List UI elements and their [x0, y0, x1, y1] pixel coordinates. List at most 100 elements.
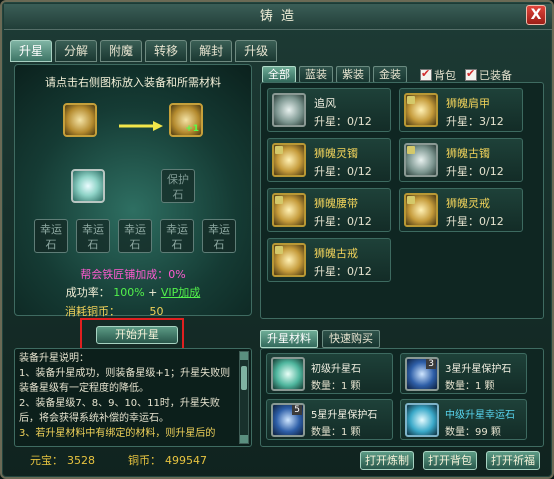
cost-label: 消耗铜币： [65, 305, 120, 318]
description-box: 装备升星说明： 1、装备升星成功，则装备星级+1；升星失败则装备星级有一定程度的… [14, 348, 252, 447]
protect-stone-slot[interactable]: 保护石 [161, 169, 195, 203]
material-item[interactable]: 初级升星石 数量：1 颗 [266, 353, 393, 394]
material-quantity: 数量：1 颗 [311, 381, 361, 392]
tab-decompose[interactable]: 分解 [55, 40, 98, 62]
forge-instruction: 请点击右侧图标放入装备和所需材料 [45, 76, 221, 89]
equipment-item[interactable]: 狮魄肩甲 升星：3/12 [399, 88, 523, 132]
tab-upgrade-materials[interactable]: 升星材料 [260, 330, 318, 348]
close-button[interactable]: X [526, 5, 546, 25]
open-refine-button[interactable]: 打开炼制 [360, 451, 414, 470]
checkbox-checked-icon[interactable] [420, 67, 432, 81]
filter-blue-button[interactable]: 蓝装 [299, 66, 333, 83]
ring-icon [272, 243, 306, 277]
equipment-name: 狮魄肩甲 [446, 97, 490, 110]
shoulder-armor-icon [404, 93, 438, 127]
copper-label: 铜币： [128, 454, 161, 467]
tab-transfer[interactable]: 转移 [145, 40, 188, 62]
material-tabs: 升星材料 快速购买 [260, 330, 380, 348]
star-count-badge: 5 [292, 405, 302, 415]
equipment-name: 狮魄灵戒 [446, 197, 490, 210]
scroll-thumb[interactable] [241, 366, 247, 390]
material-name: 初级升星石 [311, 364, 361, 375]
luck-stone-slot[interactable]: 幸运石 [118, 219, 152, 253]
description-line: 2、装备星级7、8、9、10、11时，升星失败后，将会获得系统补偿的幸运石。 [19, 398, 220, 424]
equipment-name: 狮魄腰带 [314, 197, 358, 210]
success-rate-label: 成功率： [65, 286, 110, 299]
material-name: 中级升星幸运石 [445, 410, 515, 421]
protect-stone-icon: 3 [405, 357, 439, 391]
equipment-name: 狮魄古镯 [446, 147, 490, 160]
luck-stone-icon [405, 403, 439, 437]
filter-purple-button[interactable]: 紫装 [336, 66, 370, 83]
tab-upgrade-star[interactable]: 升星 [10, 40, 53, 62]
main-tabs: 升星 分解 附魔 转移 解封 升级 [10, 40, 278, 62]
equipment-star-level: 升星：0/12 [314, 215, 372, 228]
material-item[interactable]: 5 5星升星保护石 数量：1 颗 [266, 399, 393, 440]
material-item[interactable]: 3 3星升星保护石 数量：1 颗 [400, 353, 527, 394]
equipment-item[interactable]: 狮魄腰带 升星：0/12 [267, 188, 391, 232]
equipment-item[interactable]: 狮魄灵戒 升星：0/12 [399, 188, 523, 232]
luck-stone-slot[interactable]: 幸运石 [34, 219, 68, 253]
equipment-star-level: 升星：0/12 [446, 165, 504, 178]
source-equipment-slot[interactable] [63, 103, 97, 137]
filter-gold-button[interactable]: 金装 [373, 66, 407, 83]
upgrade-stone-slot[interactable] [71, 169, 105, 203]
open-bag-button[interactable]: 打开背包 [423, 451, 477, 470]
cost-value: 50 [149, 305, 164, 318]
copper-display: 铜币： 499547 [128, 452, 207, 468]
lock-icon [407, 96, 415, 104]
open-pray-button[interactable]: 打开祈福 [486, 451, 540, 470]
equipment-item[interactable]: 狮魄古戒 升星：0/12 [267, 238, 391, 282]
scroll-down-button[interactable] [240, 435, 248, 443]
description-line: 装备升星说明： [19, 353, 89, 364]
equipment-star-level: 升星：0/12 [314, 265, 372, 278]
lock-icon [275, 146, 283, 154]
equipment-name: 狮魄灵镯 [314, 147, 358, 160]
tab-unseal[interactable]: 解封 [190, 40, 233, 62]
equipment-item[interactable]: 狮魄古镯 升星：0/12 [399, 138, 523, 182]
protect-stone-icon: 5 [271, 403, 305, 437]
equipment-item[interactable]: 追风 升星：0/12 [267, 88, 391, 132]
luck-stone-slot[interactable]: 幸运石 [160, 219, 194, 253]
filter-all-button[interactable]: 全部 [262, 66, 296, 83]
result-equipment-slot[interactable]: +1 [169, 103, 203, 137]
belt-icon [272, 193, 306, 227]
plus-sign: + [148, 286, 158, 299]
guild-bonus-text: 帮会铁匠铺加成：0% [80, 268, 186, 281]
description-line: 1、装备升星成功，则装备星级+1；升星失败则装备星级有一定程度的降低。 [19, 368, 231, 394]
equipment-item[interactable]: 狮魄灵镯 升星：0/12 [267, 138, 391, 182]
material-item[interactable]: 中级升星幸运石 数量：99 颗 [400, 399, 527, 440]
star-plus-badge: +1 [185, 124, 199, 134]
forge-window: 铸 造 X 升星 分解 附魔 转移 解封 升级 请点击右侧图标放入装备和所需材料… [0, 0, 554, 479]
equipment-star-level: 升星：3/12 [446, 115, 504, 128]
lock-icon [275, 246, 283, 254]
material-name: 3星升星保护石 [445, 364, 512, 375]
bag-checkbox[interactable]: 背包 [420, 67, 456, 83]
luck-stone-slot[interactable]: 幸运石 [76, 219, 110, 253]
start-upgrade-button[interactable]: 开始升星 [96, 326, 178, 344]
bracelet-icon [272, 143, 306, 177]
equipment-star-level: 升星：0/12 [314, 165, 372, 178]
equipment-name: 狮魄古戒 [314, 247, 358, 260]
tab-enchant[interactable]: 附魔 [100, 40, 143, 62]
material-name: 5星升星保护石 [311, 410, 378, 421]
tab-level-up[interactable]: 升级 [235, 40, 278, 62]
luck-stone-slot[interactable]: 幸运石 [202, 219, 236, 253]
description-line: 3、若升星材料中有绑定的材料，则升星后的 [19, 428, 216, 439]
bag-checkbox-label: 背包 [434, 68, 456, 82]
tab-quick-buy[interactable]: 快速购买 [322, 330, 380, 348]
vip-bonus-link[interactable]: VIP加成 [161, 286, 200, 299]
window-title: 铸 造 [259, 9, 297, 24]
title-bar[interactable]: 铸 造 [4, 4, 552, 30]
lock-icon [275, 196, 283, 204]
yuanbao-label: 元宝： [30, 454, 63, 467]
forge-panel: 请点击右侧图标放入装备和所需材料 +1 保护石 幸运石 幸运石 幸运石 幸运石 … [14, 64, 252, 318]
equipped-checkbox[interactable]: 已装备 [465, 67, 512, 83]
equipment-list: 追风 升星：0/12 狮魄肩甲 升星：3/12 狮魄灵镯 升星：0/12 狮魄古… [260, 82, 544, 319]
checkbox-checked-icon[interactable] [465, 67, 477, 81]
scroll-up-button[interactable] [240, 352, 248, 360]
lock-icon [407, 196, 415, 204]
lock-icon [407, 146, 415, 154]
copper-value: 499547 [165, 454, 207, 467]
description-scrollbar[interactable] [239, 351, 249, 444]
